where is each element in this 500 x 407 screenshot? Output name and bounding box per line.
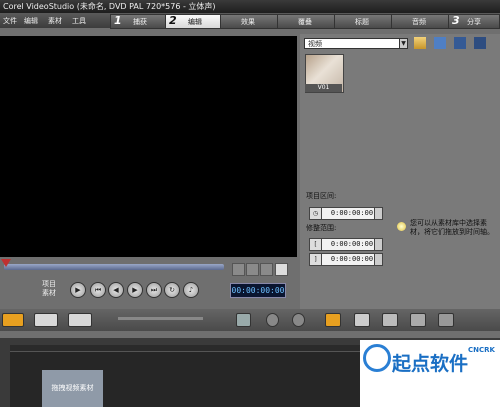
step-number: 3 [452, 14, 460, 27]
timecode-display[interactable]: 00:00:00:00 [230, 283, 286, 298]
library-category-select[interactable]: 视频 [304, 38, 407, 49]
step-label: 编辑 [188, 18, 202, 26]
duration-stepper[interactable] [374, 207, 383, 220]
split-clip-button[interactable] [260, 263, 273, 276]
step-tab-audio[interactable]: 音频 [391, 14, 449, 29]
menu-edit[interactable]: 编辑 [24, 16, 38, 26]
step-tab-share[interactable]: 3 分享 [448, 14, 500, 29]
trim-in-stepper[interactable] [374, 238, 383, 251]
watermark-brand-text: 起点软件 [392, 353, 469, 375]
storyboard-view-button[interactable] [2, 313, 24, 327]
undo-icon[interactable] [266, 313, 279, 327]
brand-logo-icon [363, 344, 391, 372]
step-number: 2 [169, 14, 177, 27]
window-title: Corel VideoStudio (未命名, DVD PAL 720*576 … [3, 2, 216, 11]
batch-convert-icon[interactable] [354, 313, 370, 327]
go-start-icon[interactable]: ⏮ [90, 282, 106, 298]
insert-media-icon[interactable] [236, 313, 251, 327]
step-number: 1 [114, 14, 122, 27]
mark-in-button[interactable] [232, 263, 245, 276]
step-tab-overlay[interactable]: 覆叠 [277, 14, 335, 29]
step-tab-title[interactable]: 标题 [334, 14, 392, 29]
prev-frame-icon[interactable]: ◀ [108, 282, 124, 298]
mark-out-button[interactable] [246, 263, 259, 276]
step-tab-effects[interactable]: 效果 [220, 14, 278, 29]
watermark-latin-text: CNCRK [468, 346, 495, 354]
step-label: 音频 [412, 18, 426, 26]
step-label: 效果 [241, 18, 255, 26]
go-end-icon[interactable]: ⏭ [146, 282, 162, 298]
step-label: 捕获 [133, 18, 147, 26]
folder-icon[interactable] [414, 37, 426, 49]
repeat-icon[interactable]: ↻ [164, 282, 180, 298]
step-label: 分享 [467, 18, 481, 26]
title-bar: Corel VideoStudio (未命名, DVD PAL 720*576 … [0, 0, 500, 13]
project-clip-toggle[interactable]: 项目 素材 [42, 280, 64, 298]
next-frame-icon[interactable]: ▶ [127, 282, 143, 298]
trim-range-label: 修整范围: [306, 224, 337, 232]
clip-mode-label: 素材 [42, 289, 56, 297]
lightbulb-icon [397, 222, 406, 231]
chevron-down-icon[interactable]: ▼ [399, 38, 408, 49]
drop-clip-placeholder[interactable]: 拖拽视频素材 [42, 370, 103, 407]
audio-mixer-icon[interactable] [410, 313, 426, 327]
menu-tools[interactable]: 工具 [72, 16, 86, 26]
enlarge-preview-button[interactable] [275, 263, 288, 276]
project-range-label: 项目区间: [306, 192, 337, 200]
scrubber-handle[interactable] [1, 259, 11, 267]
smart-proxy-icon[interactable] [325, 313, 341, 327]
library-manager-icon[interactable] [454, 37, 466, 49]
zoom-slider[interactable] [118, 317, 203, 320]
trim-out-stepper[interactable] [374, 253, 383, 266]
preview-window [0, 36, 297, 257]
clip-name-label: V01 [305, 84, 342, 92]
options-icon[interactable] [474, 37, 486, 49]
import-icon[interactable] [434, 37, 446, 49]
scrub-bar[interactable] [4, 264, 224, 270]
menu-step-bar: 文件 编辑 素材 工具 1 捕获 2 编辑 效果 覆叠 标题 音频 3 分享 [0, 13, 500, 29]
step-tab-capture[interactable]: 1 捕获 [110, 14, 166, 29]
step-label: 覆叠 [298, 18, 312, 26]
panel-edge-icon [489, 37, 498, 49]
chapter-icon[interactable] [438, 313, 454, 327]
timeline-view-button[interactable] [34, 313, 58, 327]
volume-icon[interactable]: ♪ [183, 282, 199, 298]
hint-text: 您可以从素材库中选择素材，将它们拖放到时间轴。 [410, 219, 494, 236]
step-label: 标题 [355, 18, 369, 26]
redo-icon[interactable] [292, 313, 305, 327]
menu-file[interactable]: 文件 [3, 16, 17, 26]
menu-clip[interactable]: 素材 [48, 16, 62, 26]
auto-music-icon[interactable] [382, 313, 398, 327]
step-tab-edit[interactable]: 2 编辑 [165, 14, 221, 29]
project-mode-label: 项目 [42, 280, 56, 288]
play-icon[interactable]: ▶ [70, 282, 86, 298]
audio-view-button[interactable] [68, 313, 92, 327]
